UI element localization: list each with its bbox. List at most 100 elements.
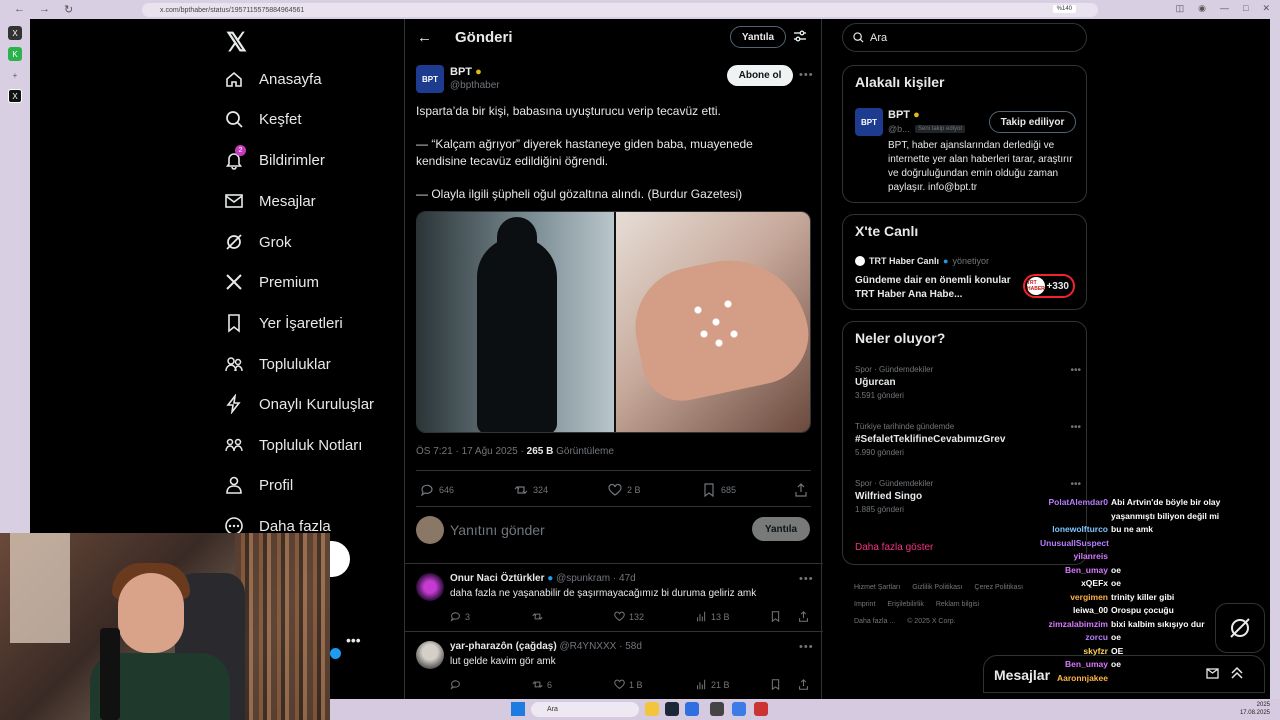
more-icon[interactable]: ••• xyxy=(1070,422,1081,433)
chat-username[interactable]: Ben_umay xyxy=(1040,565,1108,575)
close-icon[interactable]: ✕ xyxy=(1262,3,1270,14)
expand-icon[interactable] xyxy=(1230,666,1244,685)
windows-start-icon[interactable] xyxy=(511,702,525,716)
nav-item-bell[interactable]: 2 Bildirimler xyxy=(224,145,325,170)
reply-retweet-action[interactable]: 6 xyxy=(532,679,552,690)
more-icon[interactable]: ••• xyxy=(799,573,814,585)
chat-username[interactable]: UnusuallSuspect xyxy=(1040,538,1109,548)
user-avatar[interactable] xyxy=(416,516,444,544)
nav-item-lightning[interactable]: Onaylı Kuruluşlar xyxy=(224,393,374,415)
reply-bookmark-action[interactable] xyxy=(770,679,781,690)
bookmark-action[interactable]: 685 xyxy=(702,483,736,497)
live-stream-title[interactable]: Gündeme dair en önemli konular TRT Haber… xyxy=(855,274,1015,302)
reply-avatar[interactable] xyxy=(416,641,444,669)
reply-author[interactable]: yar-pharazôn (çağdaş) @R4YNXXX · 58d xyxy=(450,641,642,652)
reply-share-action[interactable] xyxy=(798,679,809,690)
chat-username[interactable]: Ben_umay xyxy=(1040,659,1108,669)
nav-item-notes[interactable]: Topluluk Notları xyxy=(224,435,362,455)
author-avatar[interactable]: BPT xyxy=(416,65,444,93)
following-button[interactable]: Takip ediliyor xyxy=(989,111,1076,133)
chat-username[interactable]: zorcu xyxy=(1040,632,1108,642)
reload-icon[interactable]: ↻ xyxy=(64,3,73,16)
reply-like-action[interactable]: 1 B xyxy=(614,679,643,690)
obs-icon[interactable] xyxy=(710,702,724,716)
like-action[interactable]: 2 B xyxy=(608,483,641,497)
author-handle[interactable]: @bpthaber xyxy=(450,80,500,91)
nav-item-grok[interactable]: Grok xyxy=(224,232,292,252)
footer-link[interactable]: Erişilebilirlik xyxy=(887,601,924,608)
back-arrow-icon[interactable]: ← xyxy=(417,29,432,46)
chat-username[interactable]: xQEFx xyxy=(1040,578,1108,588)
chat-username[interactable]: PolatAlemdar0 xyxy=(1040,497,1108,507)
nav-item-home[interactable]: Anasayfa xyxy=(224,69,322,89)
tweet-time[interactable]: ÖS 7:21 · 17 Ağu 2025 · xyxy=(416,446,527,457)
tweet-media[interactable] xyxy=(416,211,811,433)
nav-item-x[interactable]: Premium xyxy=(224,272,319,292)
nav-item-bookmark[interactable]: Yer İşaretleri xyxy=(224,313,343,333)
chat-username[interactable]: lonewolfturco xyxy=(1040,524,1108,534)
author-name[interactable]: BPT ● xyxy=(450,66,482,78)
chat-username[interactable]: skyfzr xyxy=(1040,646,1108,656)
more-icon[interactable]: ••• xyxy=(799,641,814,653)
x-active-tab-icon[interactable]: X xyxy=(8,89,22,103)
more-icon[interactable]: ••• xyxy=(799,69,814,81)
reply-views[interactable]: 21 B xyxy=(696,679,730,690)
footer-link[interactable]: Daha fazla ... xyxy=(854,618,895,625)
chat-username[interactable]: yilanreis xyxy=(1040,551,1109,561)
chat-username[interactable]: vergimen xyxy=(1040,592,1108,602)
search-input[interactable]: Ara xyxy=(842,23,1087,52)
grok-float-button[interactable] xyxy=(1215,603,1265,653)
reply-action[interactable]: 646 xyxy=(420,483,454,497)
trend-item[interactable]: Türkiye tarihinde gündemde #SefaletTekli… xyxy=(855,422,1081,457)
reply-views[interactable]: 13 B xyxy=(696,611,730,622)
related-avatar[interactable]: BPT xyxy=(855,108,883,136)
more-icon[interactable]: ••• xyxy=(1070,365,1081,376)
footer-link[interactable]: Çerez Politikası xyxy=(974,584,1023,591)
nav-item-mail[interactable]: Mesajlar xyxy=(224,191,316,211)
trend-item[interactable]: Spor · Gündemdekiler Uğurcan 3.591 gönde… xyxy=(855,365,1081,400)
reply-like-action[interactable]: 132 xyxy=(614,611,644,622)
edge-icon[interactable] xyxy=(685,702,699,716)
reply-submit-button[interactable]: Yantıla xyxy=(752,517,810,541)
system-clock[interactable]: 2025 17.08.2025 xyxy=(1240,701,1270,717)
footer-link[interactable]: Reklam bilgisi xyxy=(936,601,979,608)
steam-icon[interactable] xyxy=(665,702,679,716)
minimize-icon[interactable]: — xyxy=(1220,3,1229,14)
extension-icon[interactable]: ◫ xyxy=(1176,3,1185,14)
new-message-icon[interactable] xyxy=(1206,666,1220,685)
sliders-icon[interactable] xyxy=(793,29,807,48)
share-action[interactable] xyxy=(794,483,808,497)
reply-reply-action[interactable]: 3 xyxy=(450,611,470,622)
reply-author[interactable]: Onur Naci Öztürkler ● @spunkram · 47d xyxy=(450,573,636,584)
retweet-action[interactable]: 324 xyxy=(514,483,548,497)
app-icon[interactable] xyxy=(732,702,746,716)
taskbar-search[interactable]: Ara xyxy=(531,702,639,717)
related-handle[interactable]: @b... xyxy=(888,124,910,134)
app-icon[interactable] xyxy=(754,702,768,716)
x-tab-icon[interactable]: X xyxy=(8,26,22,40)
x-logo-icon[interactable]: 𝕏 xyxy=(226,27,247,58)
nav-item-profile[interactable]: Profil xyxy=(224,475,293,495)
reply-bookmark-action[interactable] xyxy=(770,611,781,622)
kick-tab-icon[interactable]: K xyxy=(8,47,22,61)
subscribe-button[interactable]: Abone ol xyxy=(727,65,793,86)
file-explorer-icon[interactable] xyxy=(645,702,659,716)
more-icon[interactable]: ••• xyxy=(1070,479,1081,490)
add-tab-icon[interactable]: + xyxy=(8,68,22,82)
address-bar[interactable]: x.com/bpthaber/status/195711557588496456… xyxy=(142,3,1098,17)
reply-item[interactable]: Onur Naci Öztürkler ● @spunkram · 47d ••… xyxy=(405,563,823,631)
footer-link[interactable]: Imprint xyxy=(854,601,875,608)
reply-input[interactable]: Yanıtını gönder xyxy=(450,522,545,538)
footer-link[interactable]: Hizmet Şartları xyxy=(854,584,900,591)
profile-icon[interactable]: ◉ xyxy=(1198,3,1206,14)
related-name[interactable]: BPT ● xyxy=(888,109,920,121)
footer-link[interactable]: Gizlilik Politikası xyxy=(912,584,962,591)
nav-item-search[interactable]: Keşfet xyxy=(224,109,302,129)
reply-reply-action[interactable] xyxy=(450,679,461,690)
show-more-link[interactable]: Daha fazla göster xyxy=(855,542,933,553)
reply-item[interactable]: yar-pharazôn (çağdaş) @R4YNXXX · 58d •••… xyxy=(405,631,823,699)
chat-username[interactable]: leiwa_00 xyxy=(1040,605,1108,615)
live-host[interactable]: TRT Haber Canlı ● yönetiyor xyxy=(855,256,989,266)
messages-drawer[interactable]: Mesajlar xyxy=(983,655,1265,693)
forward-icon[interactable]: → xyxy=(39,3,50,16)
